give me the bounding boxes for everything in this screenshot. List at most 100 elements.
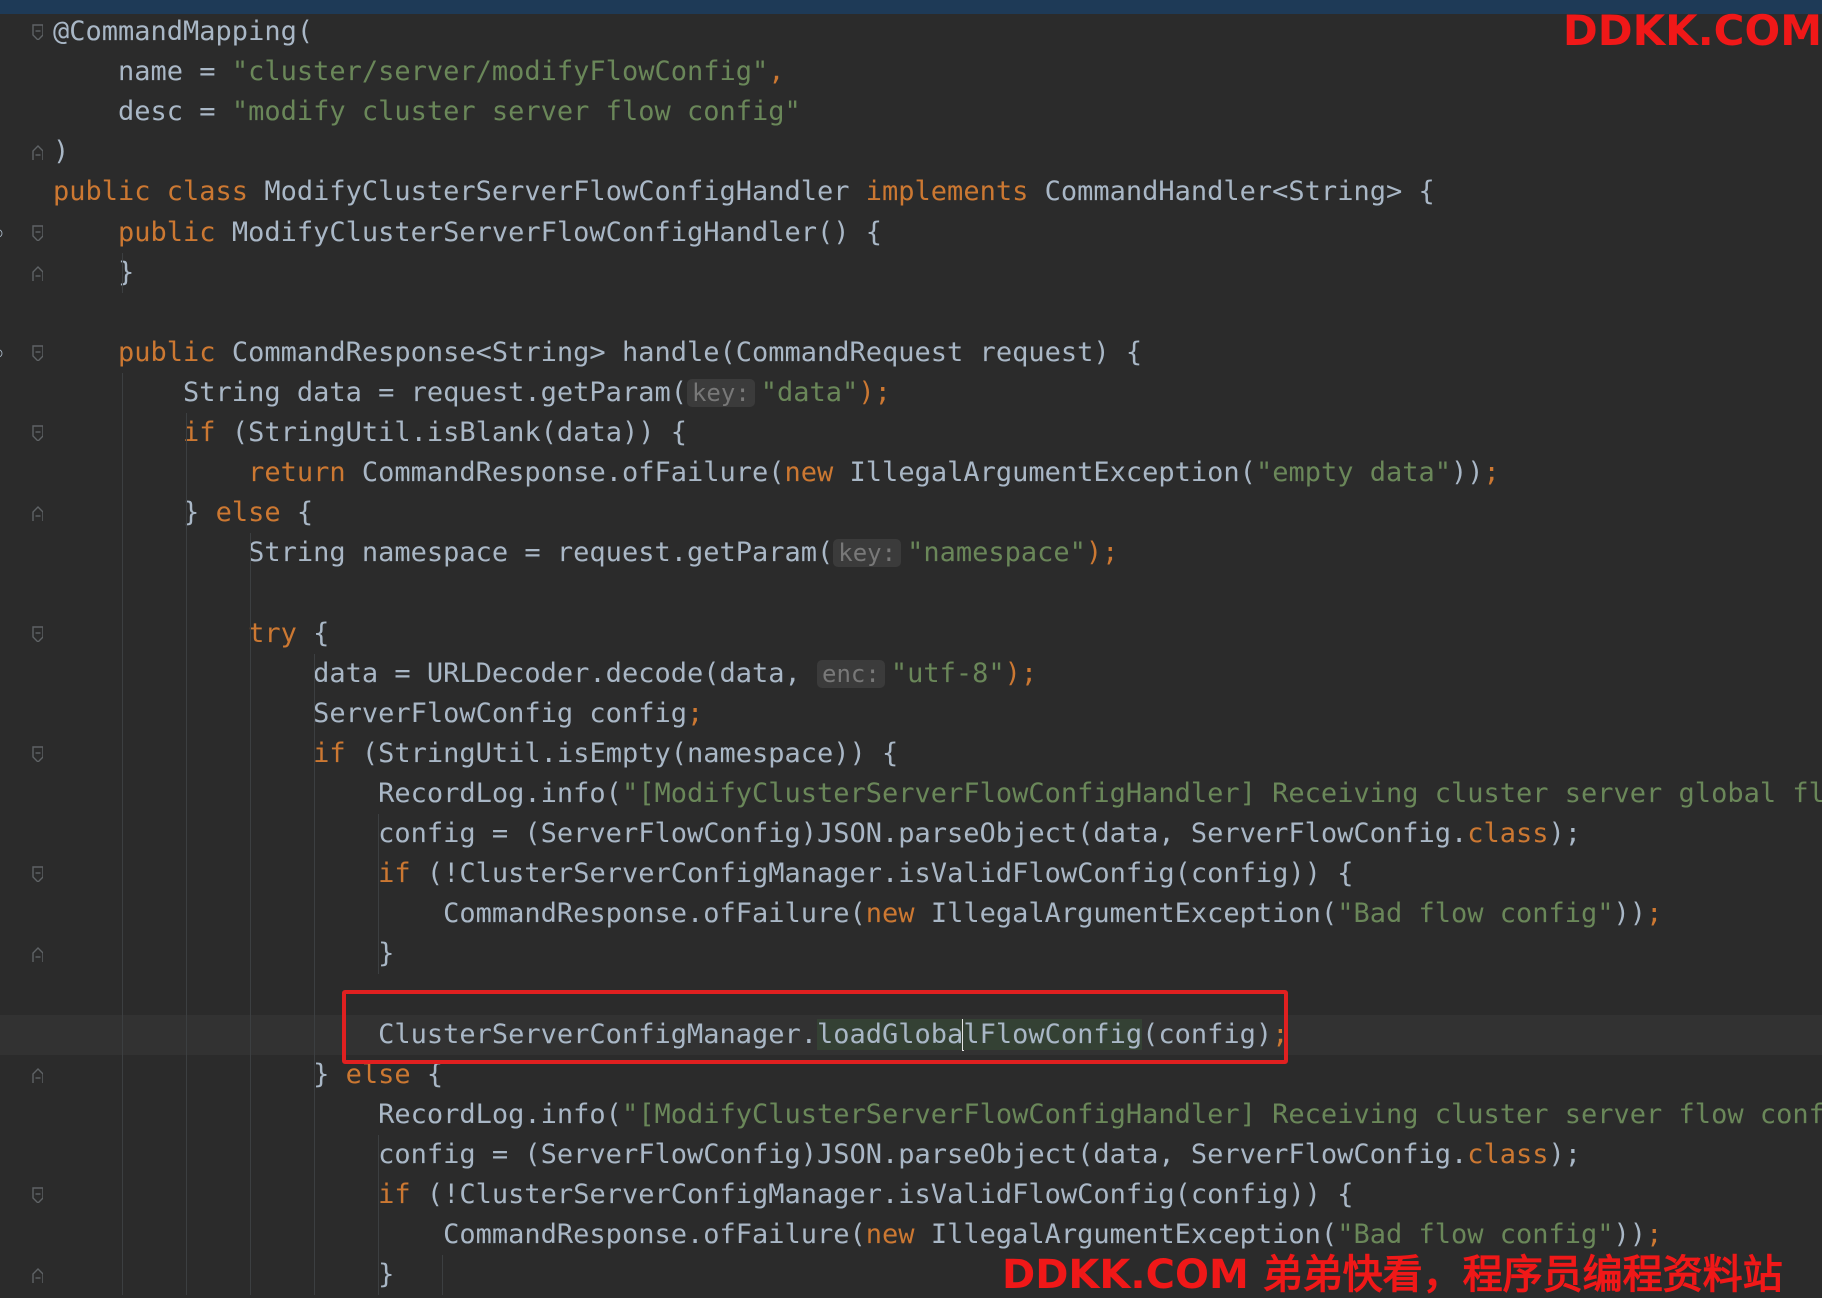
param-hint: enc: (817, 659, 885, 688)
code-token: IllegalArgumentException( (849, 457, 1256, 489)
code-token: { (313, 617, 330, 649)
code-line[interactable]: desc = "modify cluster server flow confi… (0, 92, 1822, 132)
code-line[interactable]: public class ModifyClusterServerFlowConf… (0, 172, 1822, 212)
fold-close-icon[interactable] (31, 505, 43, 522)
code-line[interactable]: ServerFlowConfig config; (0, 694, 1822, 734)
implementation-marker-icon[interactable]: ◐ (0, 343, 6, 363)
code-line[interactable]: if (!ClusterServerConfigManager.isValidF… (0, 854, 1822, 894)
code-token: "empty data" (1255, 457, 1452, 489)
code-text: String namespace = request.getParam(key:… (53, 533, 1118, 573)
fold-close-icon[interactable] (31, 265, 43, 281)
code-token: )) (1451, 457, 1484, 489)
code-token: data = URLDecoder.decode(data, (53, 657, 818, 689)
code-line[interactable]: return CommandResponse.ofFailure(new Ill… (0, 453, 1822, 493)
code-token: if (378, 1178, 427, 1210)
code-token: String namespace = request.getParam( (53, 537, 834, 569)
code-line[interactable]: data = URLDecoder.decode(data, enc: "utf-… (0, 654, 1822, 694)
code-line[interactable]: if (StringUtil.isEmpty(namespace)) { (0, 734, 1822, 774)
code-line[interactable]: ◐ public CommandResponse<String> handle(… (0, 333, 1822, 373)
code-line[interactable]: } else { (0, 493, 1822, 533)
code-line[interactable]: if (!ClusterServerConfigManager.isValidF… (0, 1175, 1822, 1215)
code-text: ) (53, 132, 69, 172)
code-line[interactable]: config = (ServerFlowConfig)JSON.parseObj… (0, 814, 1822, 854)
code-line[interactable]: ◐ public ModifyClusterServerFlowConfigHa… (0, 213, 1822, 253)
code-token: IllegalArgumentException( (930, 898, 1338, 930)
code-line[interactable]: RecordLog.info("[ModifyClusterServerFlow… (0, 774, 1822, 814)
code-line[interactable]: } (0, 253, 1822, 293)
code-line[interactable]: @CommandMapping( (0, 12, 1822, 52)
fold-open-icon[interactable] (31, 224, 43, 241)
indent-guide (442, 1255, 443, 1296)
fold-close-icon[interactable] (31, 144, 43, 161)
code-token: class (1467, 1138, 1549, 1170)
code-token: if (183, 417, 232, 448)
code-text: public class ModifyClusterServerFlowConf… (53, 172, 1435, 212)
code-token: } (53, 1259, 395, 1291)
code-text: if (!ClusterServerConfigManager.isValidF… (53, 854, 1353, 894)
code-text: config = (ServerFlowConfig)JSON.parseObj… (53, 1135, 1581, 1175)
code-text: if (!ClusterServerConfigManager.isValidF… (53, 1175, 1353, 1215)
highlight-annotation-box (342, 990, 1288, 1064)
code-token: "cluster/server/modifyFlowConfig" (231, 56, 769, 88)
code-line[interactable]: String data = request.getParam(key: "data… (0, 373, 1822, 413)
fold-open-icon[interactable] (31, 345, 43, 361)
code-token: CommandResponse.ofFailure( (361, 457, 785, 489)
code-token: (!ClusterServerConfigManager.isValidFlow… (426, 858, 1354, 890)
code-token: "[ModifyClusterServerFlowConfigHandler] … (621, 777, 1822, 809)
code-text: } (53, 1255, 394, 1295)
code-line[interactable]: name = "cluster/server/modifyFlowConfig"… (0, 52, 1822, 92)
watermark-top: DDKK.COM (1562, 6, 1822, 55)
indent-guide (186, 413, 187, 1296)
code-token: public (53, 216, 232, 248)
code-editor[interactable]: @CommandMapping( name = "cluster/server/… (0, 12, 1822, 1298)
fold-open-icon[interactable] (31, 425, 43, 441)
code-line[interactable]: CommandResponse.ofFailure(new IllegalArg… (0, 1215, 1822, 1255)
code-text: String data = request.getParam(key: "data… (53, 373, 891, 413)
fold-open-icon[interactable] (31, 746, 43, 762)
code-token: name = (53, 56, 232, 88)
code-text: RecordLog.info("[ModifyClusterServerFlow… (53, 1095, 1822, 1135)
code-token: new (784, 457, 850, 489)
code-line[interactable]: ) (0, 132, 1822, 172)
code-line[interactable]: String namespace = request.getParam(key:… (0, 533, 1822, 573)
indent-guide (314, 653, 315, 1296)
code-token: CommandResponse<String> handle(CommandRe… (231, 336, 1143, 368)
implementation-marker-icon[interactable]: ◐ (0, 223, 6, 243)
code-token: "data" (760, 376, 859, 408)
code-line[interactable]: } (0, 934, 1822, 974)
fold-open-icon[interactable] (31, 24, 43, 40)
fold-close-icon[interactable] (31, 946, 43, 963)
fold-open-icon[interactable] (31, 625, 43, 642)
code-token: ) (53, 136, 70, 168)
code-text: RecordLog.info("[ModifyClusterServerFlow… (53, 774, 1822, 814)
code-token: ; (1483, 457, 1500, 489)
code-token: ); (1548, 818, 1582, 849)
code-line[interactable]: try { (0, 614, 1822, 654)
code-token: config = (ServerFlowConfig)JSON.parseObj… (53, 1138, 1468, 1170)
code-token: ServerFlowConfig config (53, 697, 687, 729)
code-text: public CommandResponse<String> handle(Co… (53, 333, 1142, 373)
code-line[interactable]: if (StringUtil.isBlank(data)) { (0, 413, 1822, 453)
code-line[interactable]: RecordLog.info("[ModifyClusterServerFlow… (0, 1095, 1822, 1135)
code-line[interactable] (0, 573, 1822, 613)
fold-open-icon[interactable] (31, 866, 43, 883)
fold-close-icon[interactable] (31, 1067, 43, 1083)
code-token: ); (1548, 1138, 1582, 1170)
code-token: ; (1646, 1219, 1663, 1250)
code-line[interactable] (0, 293, 1822, 333)
code-token: try (248, 617, 314, 649)
code-text: if (StringUtil.isEmpty(namespace)) { (53, 734, 898, 774)
code-token: public (53, 336, 232, 368)
code-line[interactable]: config = (ServerFlowConfig)JSON.parseObj… (0, 1135, 1822, 1175)
fold-close-icon[interactable] (31, 1267, 43, 1284)
code-text: CommandResponse.ofFailure(new IllegalArg… (53, 1215, 1662, 1255)
code-token: RecordLog.info( (53, 777, 622, 809)
code-token: ModifyClusterServerFlowConfigHandler (264, 176, 866, 208)
code-line[interactable]: CommandResponse.ofFailure(new IllegalArg… (0, 894, 1822, 934)
fold-open-icon[interactable] (31, 1187, 43, 1203)
